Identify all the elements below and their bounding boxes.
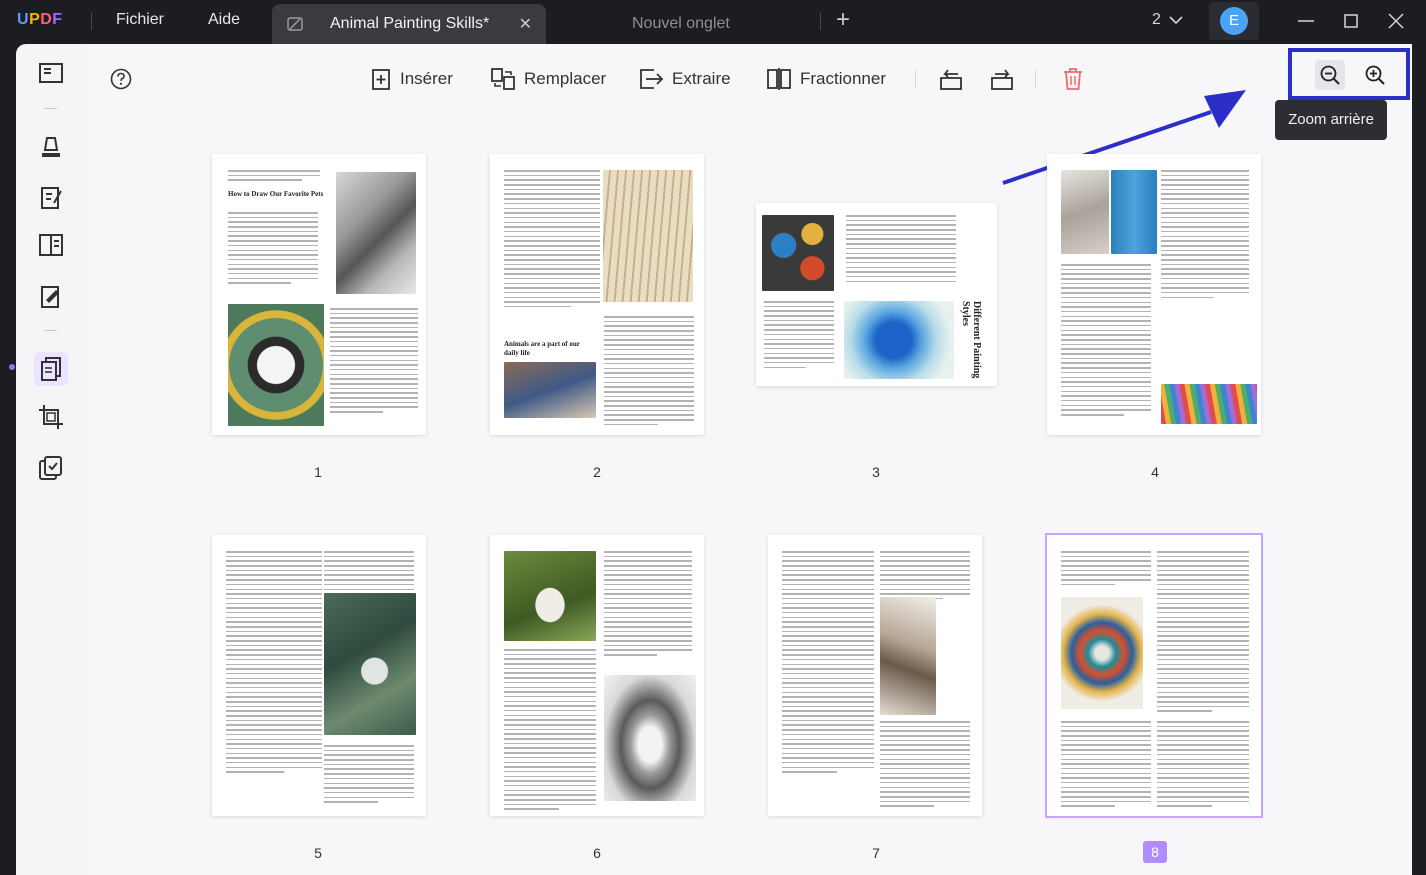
chevron-down-icon bbox=[1169, 16, 1183, 24]
close-tab-icon[interactable]: ✕ bbox=[519, 14, 532, 34]
sketchbook-plants-image bbox=[324, 593, 416, 735]
menu-aide[interactable]: Aide bbox=[208, 11, 240, 29]
ocr-tool-button[interactable] bbox=[34, 280, 68, 314]
title-bar: UPDF Fichier Aide Animal Painting Skills… bbox=[0, 0, 1426, 44]
split-label: Fractionner bbox=[800, 69, 886, 88]
page-number-2: 2 bbox=[593, 464, 601, 480]
new-tab-plus-icon[interactable]: + bbox=[836, 8, 850, 32]
replace-button[interactable]: Remplacer bbox=[490, 66, 606, 92]
window-count: 2 bbox=[1152, 11, 1161, 28]
divider bbox=[91, 12, 92, 30]
page-thumbnail-4[interactable] bbox=[1047, 154, 1261, 435]
page-thumbnail-2[interactable]: Animals are a part of our daily life bbox=[490, 154, 704, 435]
avatar[interactable]: E bbox=[1220, 7, 1248, 35]
page-thumbnail-7[interactable] bbox=[768, 535, 982, 816]
page-number-3: 3 bbox=[872, 464, 880, 480]
pages-icon bbox=[41, 357, 61, 381]
active-indicator bbox=[9, 364, 15, 370]
stack-icon bbox=[39, 456, 62, 480]
organize-pages-view: Insérer Remplacer Extraire Fractionner Z… bbox=[86, 44, 1412, 875]
divider bbox=[1035, 70, 1036, 88]
sculpture-image bbox=[1061, 170, 1109, 254]
dog-embroidery-image bbox=[228, 304, 324, 426]
page-thumbnail-8[interactable] bbox=[1045, 533, 1263, 818]
insert-page-icon bbox=[372, 69, 390, 90]
paint-cans-image bbox=[762, 215, 834, 291]
zoom-out-icon bbox=[1320, 65, 1340, 85]
form-tool-button[interactable] bbox=[34, 228, 68, 262]
split-icon bbox=[767, 68, 791, 90]
crop-icon bbox=[39, 405, 63, 429]
colored-pencils-image bbox=[1161, 384, 1257, 424]
page-heading: How to Draw Our Favorite Pets bbox=[228, 190, 324, 198]
close-window-icon[interactable] bbox=[1385, 10, 1407, 32]
insert-button[interactable]: Insérer bbox=[370, 66, 453, 92]
maximize-icon[interactable] bbox=[1340, 10, 1362, 32]
updf-logo[interactable]: UPDF bbox=[17, 11, 63, 29]
horse-sketch-image bbox=[880, 597, 936, 715]
document-pen-icon bbox=[41, 286, 59, 308]
painting-desk-image bbox=[504, 362, 596, 418]
page-heading: Different Painting Styles bbox=[960, 301, 982, 379]
zoom-out-button[interactable] bbox=[1315, 60, 1345, 90]
rabbit-photo-image bbox=[504, 551, 596, 641]
tab-active-document[interactable]: Animal Painting Skills* ✕ bbox=[272, 4, 546, 44]
extract-button[interactable]: Extraire bbox=[638, 66, 731, 92]
insert-label: Insérer bbox=[400, 69, 453, 88]
divider bbox=[45, 330, 57, 331]
tab-title: Animal Painting Skills* bbox=[330, 15, 490, 32]
document-tab-icon bbox=[287, 17, 303, 31]
watercolor-image bbox=[844, 301, 954, 379]
zoom-out-tooltip: Zoom arrière bbox=[1275, 100, 1387, 140]
batch-tool-button[interactable] bbox=[34, 451, 68, 485]
extract-label: Extraire bbox=[672, 69, 731, 88]
page-heading: Animals are a part of our daily life bbox=[504, 340, 580, 357]
extract-icon bbox=[640, 69, 664, 89]
fish-painting-image bbox=[1061, 597, 1143, 709]
left-tool-sidebar bbox=[9, 44, 86, 875]
minimize-icon[interactable] bbox=[1295, 10, 1317, 32]
blue-door-image bbox=[1111, 170, 1157, 254]
page-thumbnail-5[interactable] bbox=[212, 535, 426, 816]
page-number-7: 7 bbox=[872, 845, 880, 861]
paint-palette-image bbox=[603, 170, 693, 302]
edit-document-icon bbox=[41, 187, 62, 209]
crop-tool-button[interactable] bbox=[34, 400, 68, 434]
menu-fichier[interactable]: Fichier bbox=[116, 11, 164, 29]
split-button[interactable]: Fractionner bbox=[766, 66, 886, 92]
divider bbox=[915, 70, 916, 88]
divider bbox=[45, 108, 57, 109]
rabbit-sketch-image bbox=[604, 675, 696, 801]
book-icon bbox=[39, 63, 63, 83]
page-thumbnail-6[interactable] bbox=[490, 535, 704, 816]
window-count-dropdown[interactable]: 2 bbox=[1152, 11, 1183, 29]
page-number-4: 4 bbox=[1151, 464, 1159, 480]
page-number-5: 5 bbox=[314, 845, 322, 861]
page-thumbnail-1[interactable]: How to Draw Our Favorite Pets bbox=[212, 154, 426, 435]
comment-tool-button[interactable] bbox=[34, 130, 68, 164]
account-area: E bbox=[1209, 2, 1259, 40]
page-number-6: 6 bbox=[593, 845, 601, 861]
form-icon bbox=[39, 234, 63, 256]
zoom-highlight-box bbox=[1288, 48, 1410, 100]
organize-pages-button[interactable] bbox=[34, 352, 68, 386]
highlighter-icon bbox=[42, 137, 60, 157]
rotate-right-icon[interactable] bbox=[989, 66, 1015, 92]
page-number-1: 1 bbox=[314, 464, 322, 480]
tab-new[interactable]: Nouvel onglet bbox=[632, 15, 730, 33]
help-icon[interactable] bbox=[110, 68, 132, 90]
reader-mode-button[interactable] bbox=[34, 56, 68, 90]
delete-icon[interactable] bbox=[1060, 66, 1086, 92]
replace-icon bbox=[491, 68, 515, 90]
zoom-in-icon bbox=[1365, 65, 1385, 85]
page-thumbnail-3[interactable]: Different Painting Styles bbox=[756, 203, 997, 386]
dog-sketch-image bbox=[336, 172, 416, 294]
edit-pdf-button[interactable] bbox=[34, 181, 68, 215]
divider bbox=[820, 12, 821, 30]
page-number-8: 8 bbox=[1143, 841, 1167, 863]
replace-label: Remplacer bbox=[524, 69, 607, 88]
rotate-left-icon[interactable] bbox=[938, 66, 964, 92]
zoom-in-button[interactable] bbox=[1360, 60, 1390, 90]
